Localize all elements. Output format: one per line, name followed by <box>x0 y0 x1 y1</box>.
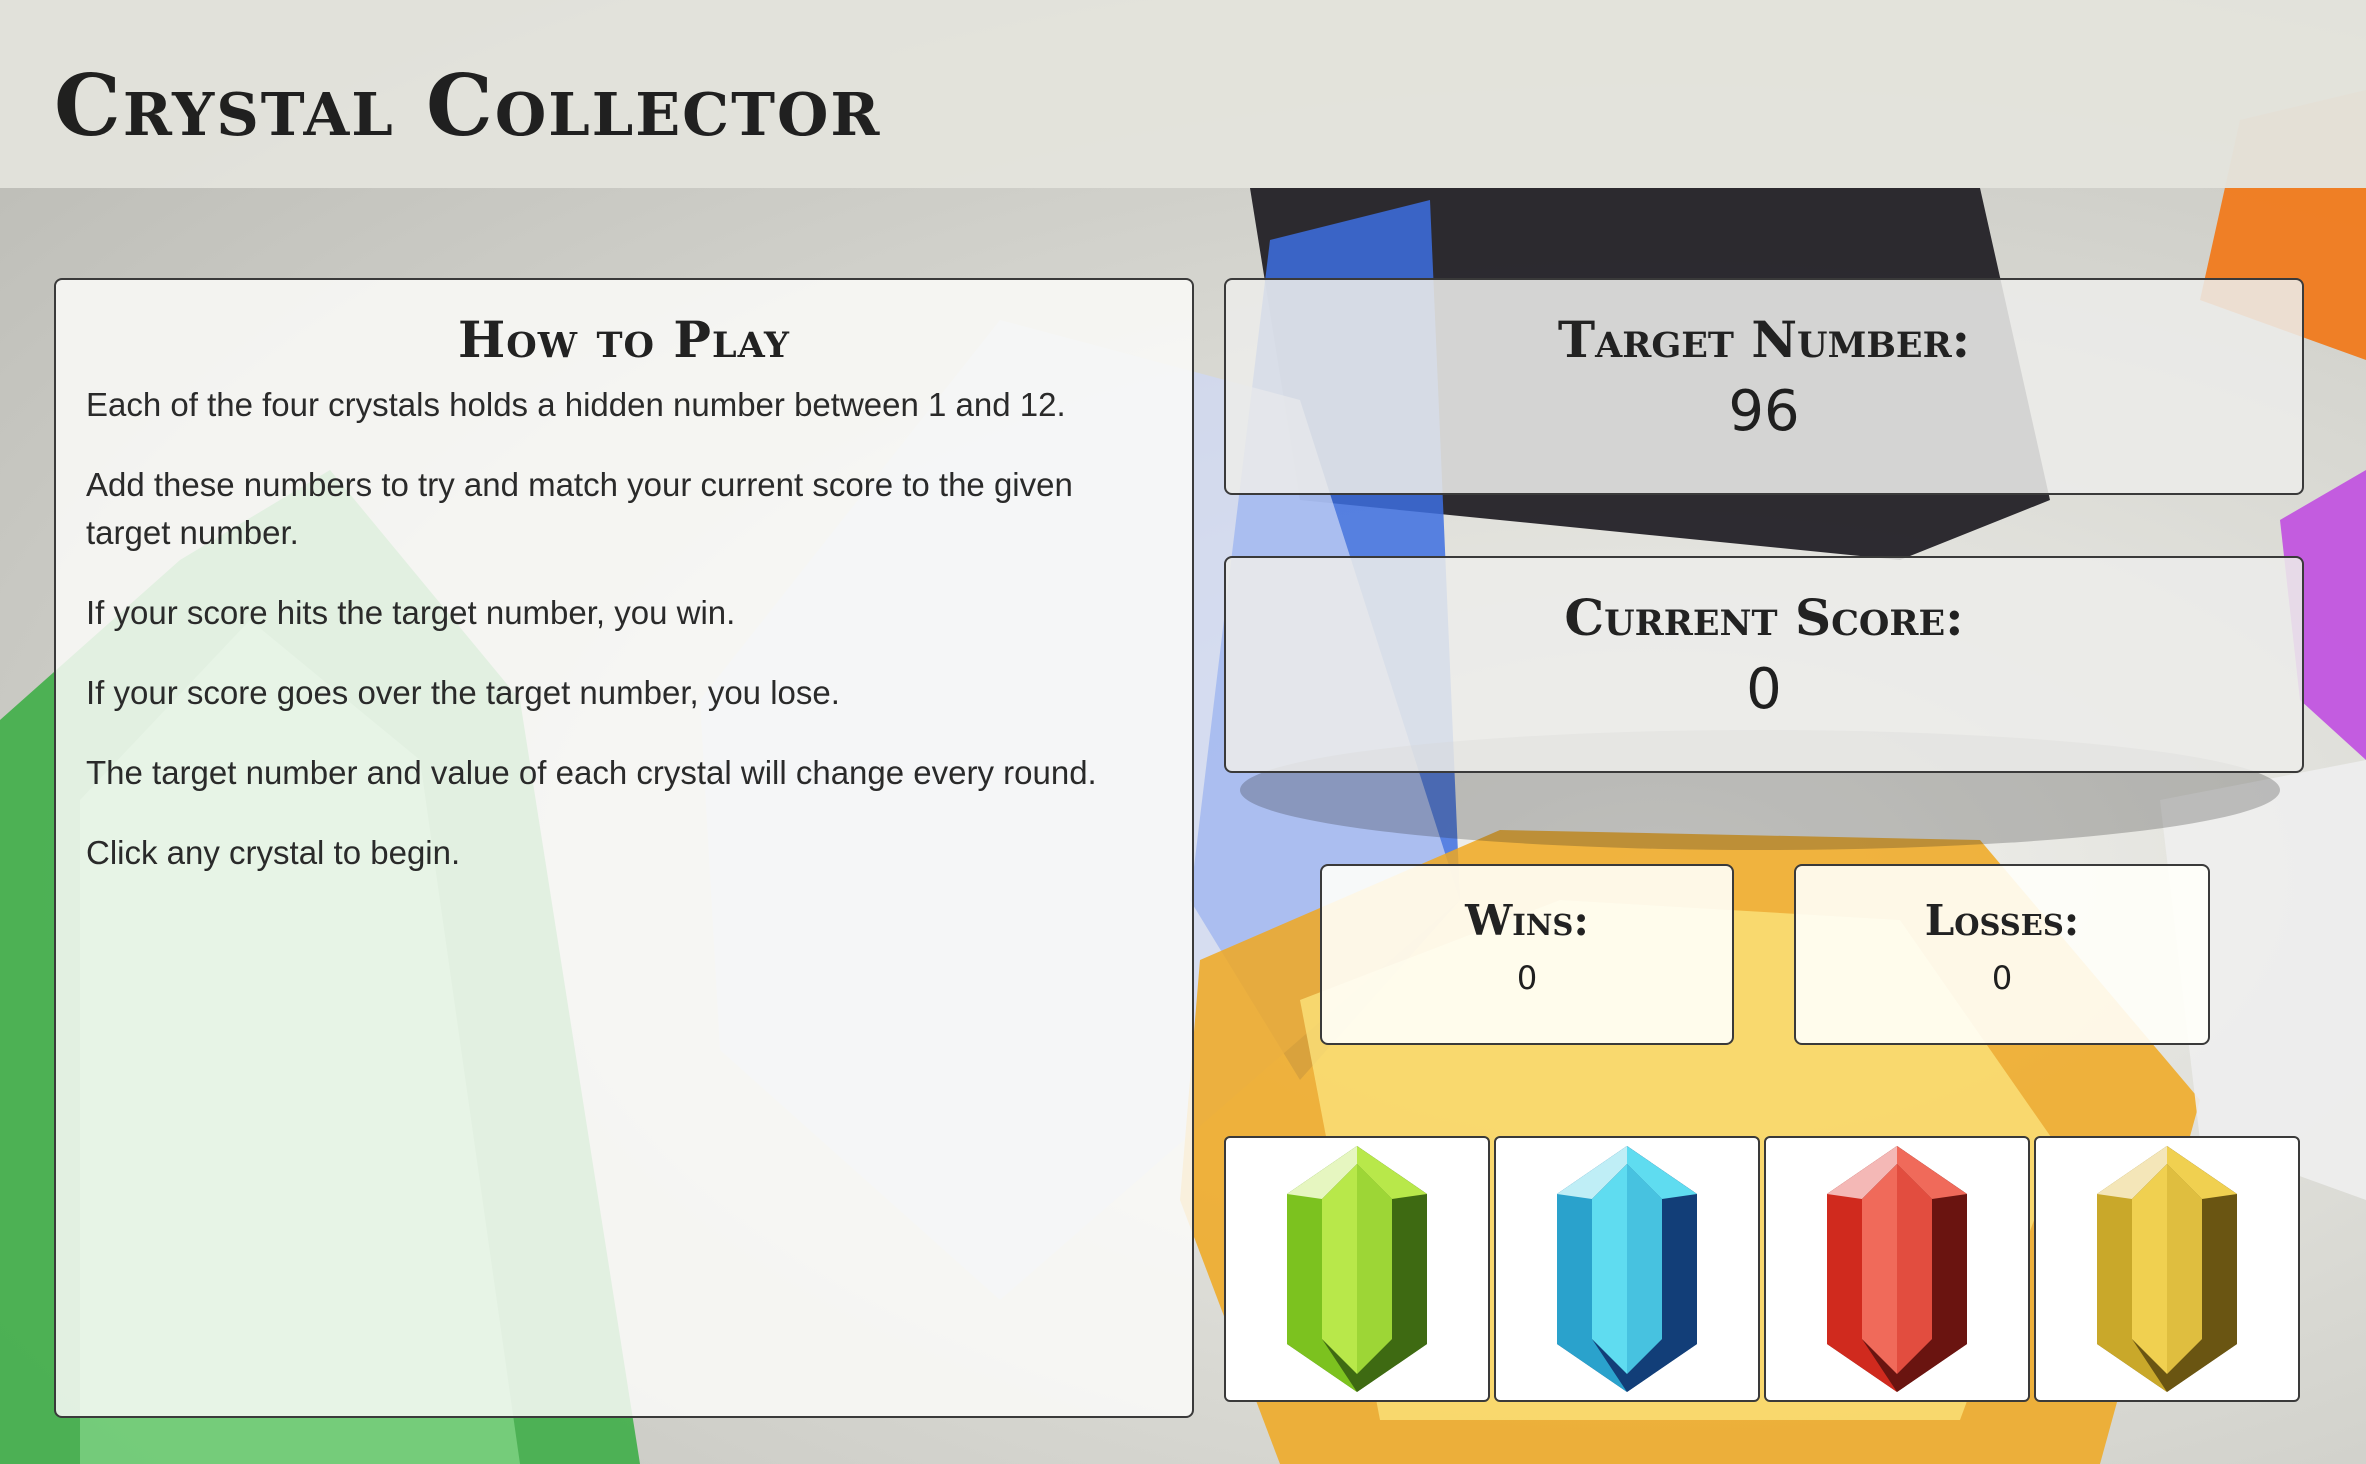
instruction-text: If your score hits the target number, yo… <box>86 594 736 631</box>
instruction-text: The target number and value of each crys… <box>86 754 1097 791</box>
instruction-text: Click any crystal to begin. <box>86 834 461 871</box>
current-score-label: Current Score: <box>1564 588 1964 647</box>
losses-value: 0 <box>1991 959 2013 997</box>
green-crystal-button[interactable] <box>1224 1136 1490 1402</box>
page-title: Crystal Collector <box>54 56 882 155</box>
losses-label: Losses: <box>1924 896 2080 945</box>
how-to-play-heading: How to Play <box>458 310 790 369</box>
red-crystal-icon <box>1827 1146 1967 1392</box>
blue-crystal-button[interactable] <box>1494 1136 1760 1402</box>
wins-panel: Wins: 0 <box>1320 864 1734 1045</box>
instruction-text: Each of the four crystals holds a hidden… <box>86 386 1066 423</box>
wins-label: Wins: <box>1465 896 1589 945</box>
losses-panel: Losses: 0 <box>1794 864 2210 1045</box>
blue-crystal-icon <box>1557 1146 1697 1392</box>
instruction-text: If your score goes over the target numbe… <box>86 674 840 711</box>
current-score-panel: Current Score: 0 <box>1224 556 2304 773</box>
target-number-panel: Target Number: 96 <box>1224 278 2304 495</box>
header-bar: Crystal Collector <box>0 0 2366 188</box>
target-number-label: Target Number: <box>1557 310 1971 369</box>
green-crystal-icon <box>1287 1146 1427 1392</box>
red-crystal-button[interactable] <box>1764 1136 2030 1402</box>
wins-value: 0 <box>1516 959 1538 997</box>
current-score-value: 0 <box>1746 657 1782 722</box>
how-to-play-panel: How to Play Each of the four crystals ho… <box>54 278 1194 1418</box>
gold-crystal-icon <box>2097 1146 2237 1392</box>
target-number-value: 96 <box>1728 379 1800 444</box>
instruction-text: Add these numbers to try and match your … <box>86 466 1073 551</box>
gold-crystal-button[interactable] <box>2034 1136 2300 1402</box>
